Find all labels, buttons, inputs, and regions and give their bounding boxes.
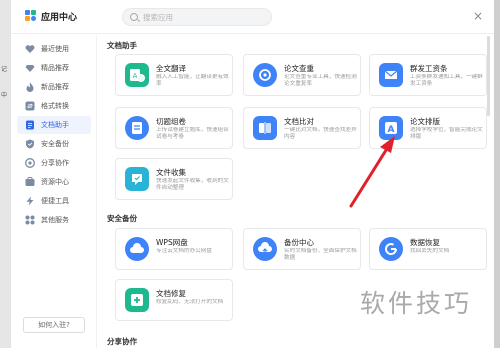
- watermark-text: 软件技巧: [360, 289, 473, 318]
